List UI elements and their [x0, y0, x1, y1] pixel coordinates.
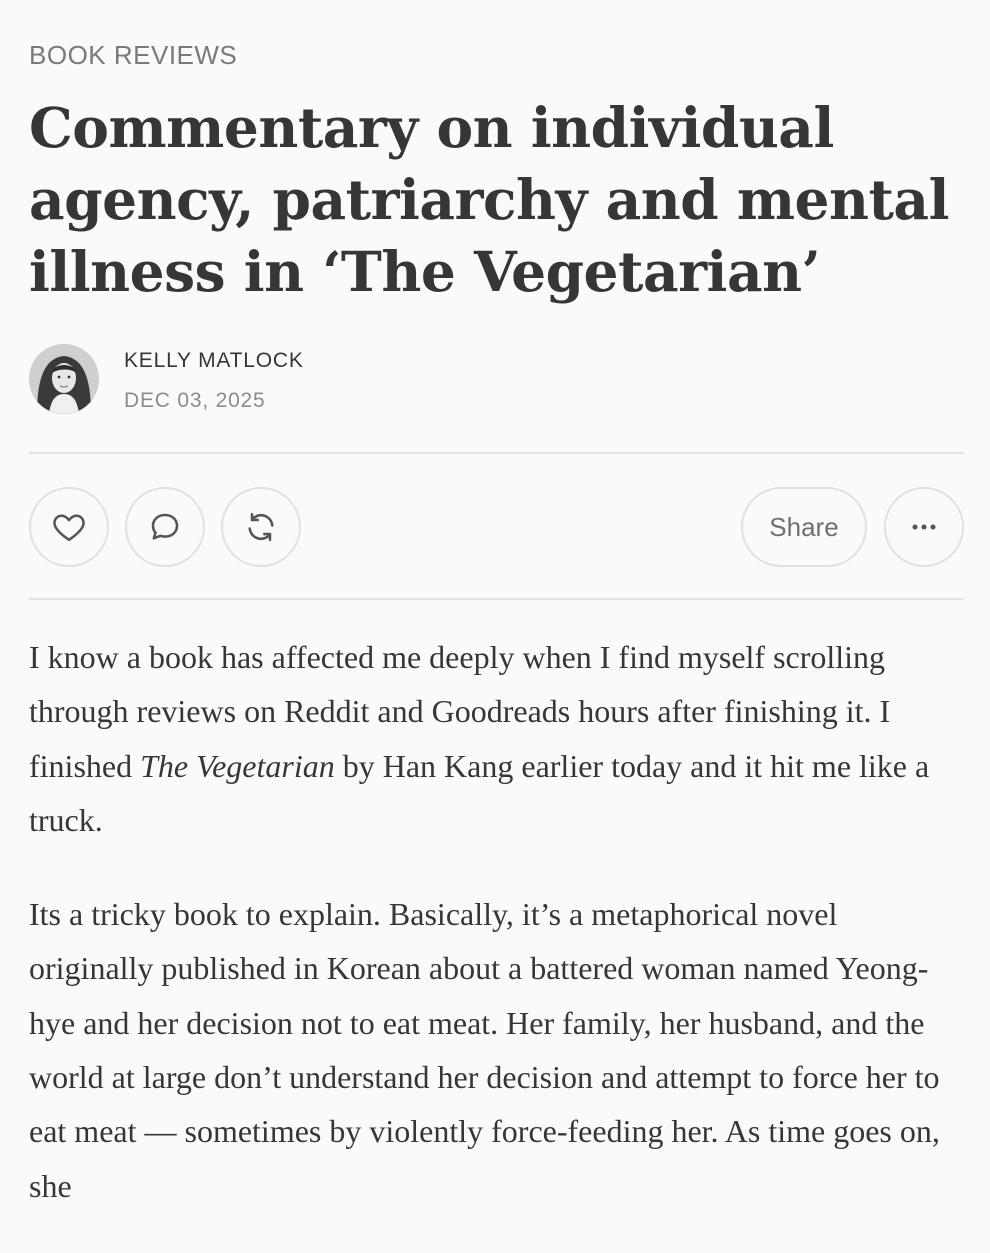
- author-name[interactable]: KELLY MATLOCK: [124, 349, 304, 373]
- section-label[interactable]: BOOK REVIEWS: [29, 40, 237, 71]
- paragraph: Its a tricky book to explain. Basically,…: [29, 896, 940, 1204]
- book-title-italic: The Vegetarian: [140, 747, 335, 784]
- ellipsis-icon: [912, 524, 936, 530]
- divider: [29, 598, 964, 600]
- post-date: DEC 03, 2025: [124, 389, 266, 412]
- post-title: Commentary on individual agency, patriar…: [29, 95, 949, 304]
- avatar-portrait-icon: [29, 344, 99, 414]
- share-button[interactable]: Share: [741, 487, 867, 567]
- byline: KELLY MATLOCK DEC 03, 2025: [29, 344, 964, 416]
- divider: [29, 452, 964, 454]
- restack-icon: [248, 512, 274, 542]
- more-options-button[interactable]: [884, 487, 964, 567]
- comment-button[interactable]: [125, 487, 205, 567]
- author-avatar[interactable]: [29, 344, 99, 414]
- restack-button[interactable]: [221, 487, 301, 567]
- comment-bubble-icon: [151, 513, 179, 540]
- paragraph: I know a book has affected me deeply whe…: [29, 630, 969, 847]
- post-actions: Share: [29, 487, 964, 567]
- post-body: I know a book has affected me deeply whe…: [29, 630, 969, 1253]
- like-button[interactable]: [29, 487, 109, 567]
- heart-icon: [53, 514, 85, 542]
